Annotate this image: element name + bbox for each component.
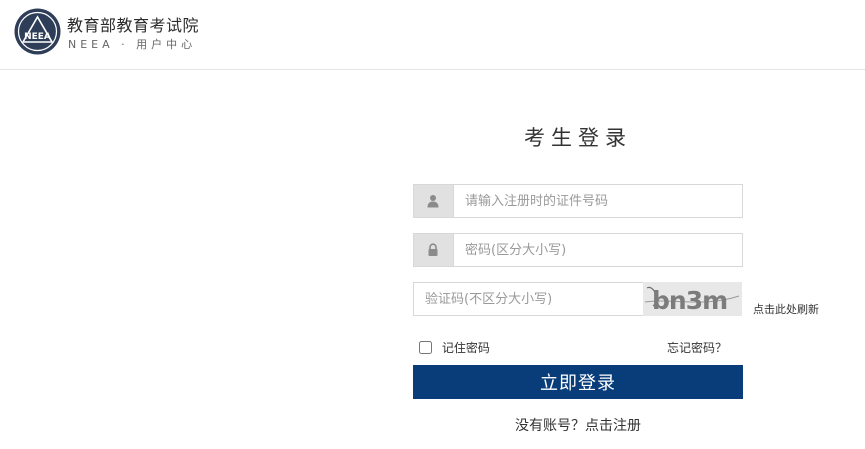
user-icon (427, 195, 439, 208)
user-icon-box (414, 185, 454, 217)
id-number-field (413, 184, 745, 218)
captcha-refresh-link[interactable]: 点击此处刷新 (753, 301, 819, 317)
org-title: 教育部教育考试院 (67, 16, 200, 35)
password-input[interactable] (454, 234, 745, 266)
org-subtitle: NEEA · 用户中心 (68, 38, 197, 51)
id-number-input[interactable] (454, 185, 745, 217)
remember-password: 记住密码 (419, 339, 490, 356)
remember-password-checkbox[interactable] (419, 341, 432, 354)
captcha-image[interactable]: bn3m (643, 282, 742, 316)
forgot-password-link[interactable]: 忘记密码？ (667, 339, 727, 356)
neea-logo: NEEA (14, 8, 61, 55)
site-header: NEEA 教育部教育考试院 NEEA · 用户中心 (0, 0, 865, 70)
lock-icon-box (414, 234, 454, 266)
logo-text: NEEA (24, 32, 51, 42)
login-title: 考生登录 (524, 126, 632, 150)
captcha-input[interactable] (414, 283, 643, 315)
remember-password-label[interactable]: 记住密码 (442, 341, 490, 355)
captcha-text: bn3m (652, 286, 727, 315)
lock-icon (428, 243, 438, 256)
login-button[interactable]: 立即登录 (413, 365, 743, 399)
captcha-field (413, 282, 644, 316)
password-field (413, 233, 745, 267)
register-link[interactable]: 没有账号？点击注册 (413, 415, 743, 435)
